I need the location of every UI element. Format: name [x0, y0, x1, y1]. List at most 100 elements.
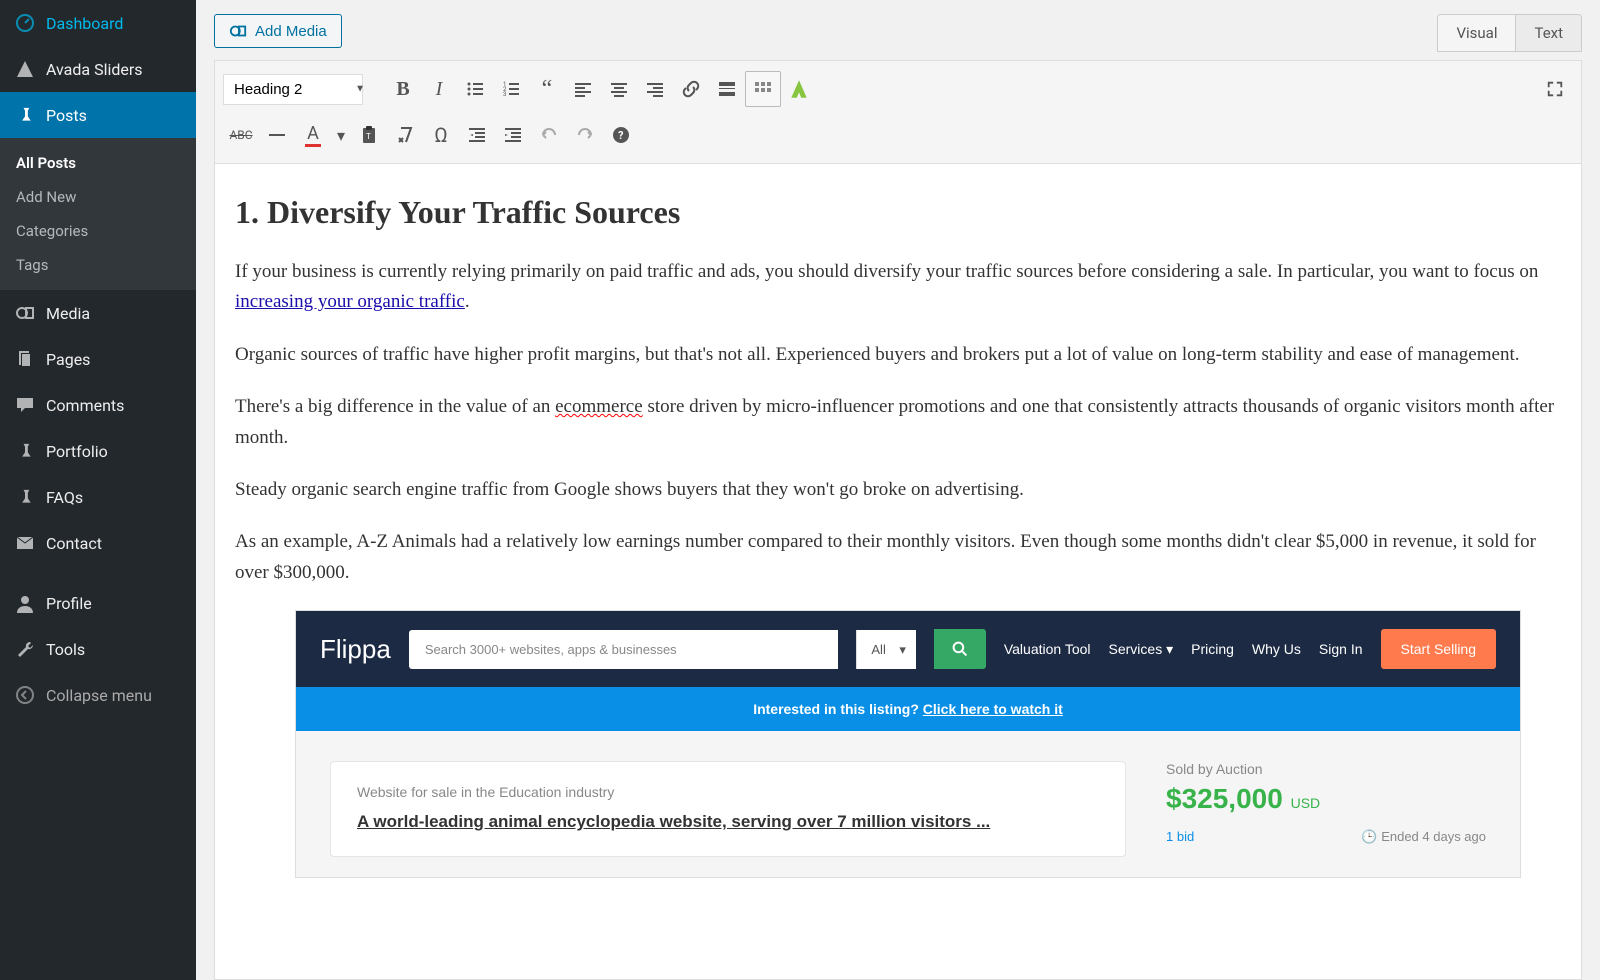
sidebar-label: Profile	[46, 594, 92, 613]
flippa-nav-pricing: Pricing	[1191, 641, 1234, 657]
flippa-logo: Flippa	[320, 634, 391, 665]
submenu-tags[interactable]: Tags	[0, 248, 196, 282]
bullet-list-button[interactable]	[457, 71, 493, 107]
sidebar-item-pages[interactable]: Pages	[0, 336, 196, 382]
sidebar-submenu-posts: All Posts Add New Categories Tags	[0, 138, 196, 290]
flippa-auction-label: Sold by Auction	[1166, 761, 1486, 777]
sidebar-item-tools[interactable]: Tools	[0, 626, 196, 672]
editor-toolbar: Heading 2 B I 123 “ ABC A ▾ T Ω	[214, 60, 1582, 164]
redo-button[interactable]	[567, 117, 603, 153]
bold-button[interactable]: B	[385, 71, 421, 107]
outdent-button[interactable]	[459, 117, 495, 153]
flippa-nav: Valuation Tool Services ▾ Pricing Why Us…	[1004, 641, 1363, 658]
clear-formatting-button[interactable]	[387, 117, 423, 153]
blockquote-button[interactable]: “	[529, 71, 565, 107]
read-more-button[interactable]	[709, 71, 745, 107]
content-paragraph-3: There's a big difference in the value of…	[235, 392, 1561, 453]
main-content: Add Media Visual Text Heading 2 B I 123 …	[196, 0, 1600, 980]
flippa-listing-card: Website for sale in the Education indust…	[330, 761, 1126, 857]
strikethrough-button[interactable]: ABC	[223, 117, 259, 153]
italic-button[interactable]: I	[421, 71, 457, 107]
submenu-categories[interactable]: Categories	[0, 214, 196, 248]
sidebar-item-portfolio[interactable]: Portfolio	[0, 428, 196, 474]
align-left-button[interactable]	[565, 71, 601, 107]
text-color-button[interactable]: A	[295, 117, 331, 153]
sidebar-label: Media	[46, 304, 90, 323]
sidebar-item-contact[interactable]: Contact	[0, 520, 196, 566]
sidebar-item-faqs[interactable]: FAQs	[0, 474, 196, 520]
paste-text-button[interactable]: T	[351, 117, 387, 153]
user-icon	[14, 592, 36, 614]
flippa-search-button	[934, 629, 986, 669]
mail-icon	[14, 532, 36, 554]
page-icon	[14, 348, 36, 370]
sidebar-label: Portfolio	[46, 442, 108, 461]
media-icon	[229, 22, 247, 40]
sidebar-label: Pages	[46, 350, 90, 369]
text-color-dropdown[interactable]: ▾	[331, 117, 351, 153]
editor-content-area[interactable]: 1. Diversify Your Traffic Sources If you…	[214, 164, 1582, 980]
flippa-filter-select: All	[856, 630, 915, 669]
flippa-bids: 1 bid	[1166, 829, 1194, 845]
dashboard-icon	[14, 12, 36, 34]
svg-text:?: ?	[618, 129, 624, 142]
sidebar-item-dashboard[interactable]: Dashboard	[0, 0, 196, 46]
tab-text[interactable]: Text	[1516, 15, 1581, 51]
organic-traffic-link[interactable]: increasing your organic traffic	[235, 291, 465, 312]
numbered-list-button[interactable]: 123	[493, 71, 529, 107]
fullscreen-button[interactable]	[1537, 71, 1573, 107]
align-right-button[interactable]	[637, 71, 673, 107]
special-character-button[interactable]: Ω	[423, 117, 459, 153]
format-select[interactable]: Heading 2	[223, 74, 363, 105]
sidebar-label: Dashboard	[46, 14, 123, 33]
help-button[interactable]: ?	[603, 117, 639, 153]
sidebar-item-comments[interactable]: Comments	[0, 382, 196, 428]
undo-button[interactable]	[531, 117, 567, 153]
svg-text:3: 3	[503, 91, 506, 98]
toolbar-toggle-button[interactable]	[745, 71, 781, 107]
sidebar-item-media[interactable]: Media	[0, 290, 196, 336]
flippa-price: $325,000 USD	[1166, 783, 1486, 815]
pin-icon	[14, 440, 36, 462]
sidebar-item-collapse[interactable]: Collapse menu	[0, 672, 196, 718]
tab-visual[interactable]: Visual	[1438, 15, 1516, 51]
align-center-button[interactable]	[601, 71, 637, 107]
pin-icon	[14, 486, 36, 508]
sidebar-label: Posts	[46, 106, 87, 125]
add-media-button[interactable]: Add Media	[214, 14, 342, 48]
spellcheck-word: ecommerce	[555, 396, 643, 417]
flippa-auction-info: Sold by Auction $325,000 USD 1 bid 🕒 End…	[1166, 761, 1486, 857]
pin-icon	[14, 104, 36, 126]
flippa-nav-whyus: Why Us	[1252, 641, 1301, 657]
flippa-screenshot-embed: Flippa Search 3000+ websites, apps & bus…	[295, 610, 1521, 878]
editor-top-bar: Add Media Visual Text	[196, 0, 1600, 60]
flippa-nav-services: Services ▾	[1109, 641, 1174, 658]
sidebar-item-avada-sliders[interactable]: Avada Sliders	[0, 46, 196, 92]
horizontal-rule-button[interactable]	[259, 117, 295, 153]
submenu-all-posts[interactable]: All Posts	[0, 146, 196, 180]
sidebar-item-posts[interactable]: Posts	[0, 92, 196, 138]
sidebar-label: Avada Sliders	[46, 60, 143, 79]
content-paragraph-1: If your business is currently relying pr…	[235, 257, 1561, 318]
sidebar-label: Comments	[46, 396, 124, 415]
content-paragraph-2: Organic sources of traffic have higher p…	[235, 340, 1561, 370]
submenu-add-new[interactable]: Add New	[0, 180, 196, 214]
content-paragraph-5: As an example, A-Z Animals had a relativ…	[235, 527, 1561, 588]
link-button[interactable]	[673, 71, 709, 107]
flippa-meta: 1 bid 🕒 Ended 4 days ago	[1166, 829, 1486, 845]
avada-button[interactable]	[781, 71, 817, 107]
content-heading: 1. Diversify Your Traffic Sources	[235, 194, 1561, 231]
sidebar-label: FAQs	[46, 488, 83, 507]
sidebar-label: Collapse menu	[46, 686, 152, 705]
media-icon	[14, 302, 36, 324]
sidebar-item-profile[interactable]: Profile	[0, 580, 196, 626]
flippa-nav-signin: Sign In	[1319, 641, 1363, 657]
sidebar-label: Contact	[46, 534, 102, 553]
flippa-nav-valuation: Valuation Tool	[1004, 641, 1091, 657]
flippa-watch-link: Click here to watch it	[923, 701, 1063, 717]
flippa-listing-body: Website for sale in the Education indust…	[296, 731, 1520, 877]
admin-sidebar: Dashboard Avada Sliders Posts All Posts …	[0, 0, 196, 980]
indent-button[interactable]	[495, 117, 531, 153]
comment-icon	[14, 394, 36, 416]
flippa-watch-banner: Interested in this listing? Click here t…	[296, 687, 1520, 731]
